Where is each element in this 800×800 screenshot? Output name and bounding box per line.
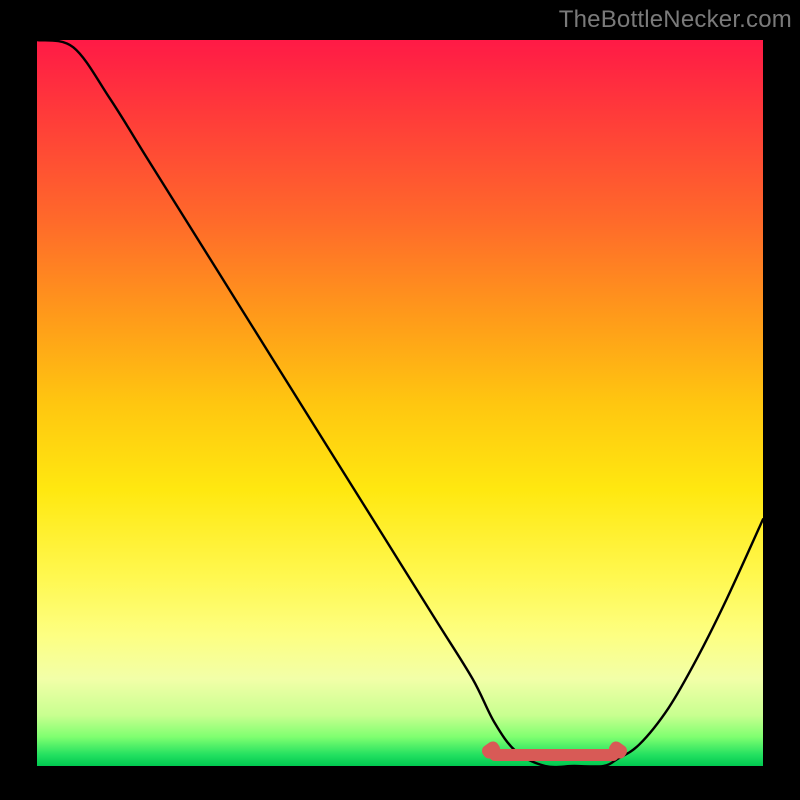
watermark-text: TheBottleNecker.com: [559, 6, 792, 34]
highlight-segment: [489, 749, 619, 761]
chart-frame: TheBottleNecker.com: [0, 0, 800, 800]
bottleneck-curve: [37, 40, 763, 766]
plot-area: [37, 40, 763, 766]
